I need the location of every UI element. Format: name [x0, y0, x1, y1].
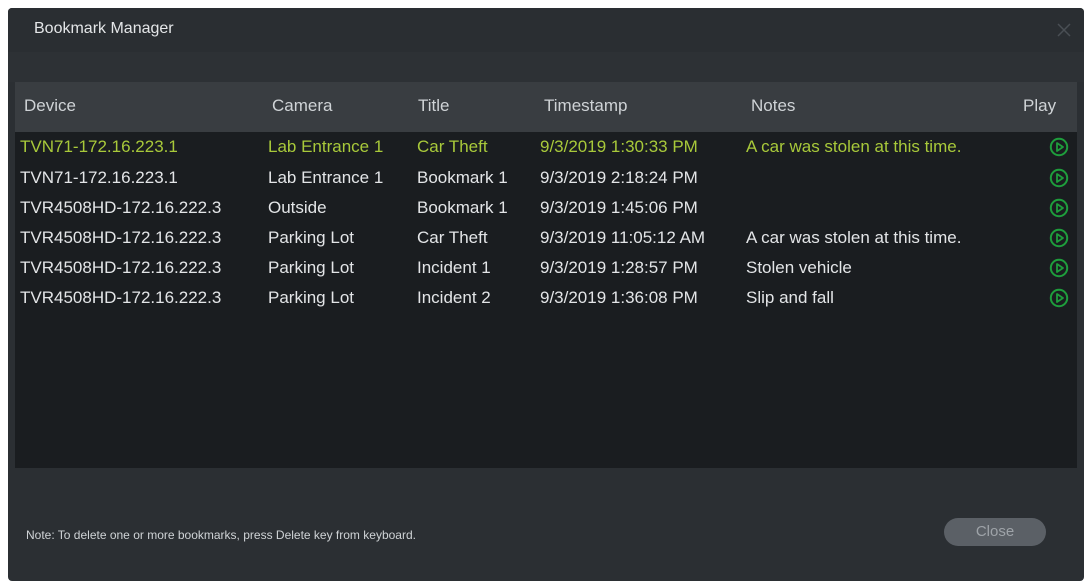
bookmarks-table: Device Camera Title Timestamp Notes Play… [15, 82, 1077, 468]
cell-timestamp: 9/3/2019 1:45:06 PM [540, 198, 698, 217]
table-row[interactable]: TVR4508HD-172.16.222.3 Outside Bookmark … [15, 195, 1077, 225]
cell-camera: Lab Entrance 1 [268, 137, 384, 156]
cell-notes: A car was stolen at this time. [746, 228, 962, 247]
cell-notes: Slip and fall [746, 288, 834, 307]
cell-camera: Parking Lot [268, 288, 354, 307]
cell-device: TVR4508HD-172.16.222.3 [20, 228, 222, 247]
cell-notes: A car was stolen at this time. [746, 137, 962, 156]
play-icon[interactable] [1049, 168, 1069, 188]
play-icon[interactable] [1049, 258, 1069, 278]
table-row[interactable]: TVN71-172.16.223.1 Lab Entrance 1 Car Th… [15, 134, 1077, 165]
cell-timestamp: 9/3/2019 1:30:33 PM [540, 137, 698, 156]
cell-camera: Lab Entrance 1 [268, 168, 384, 187]
close-icon[interactable] [1054, 20, 1074, 40]
bookmark-manager-dialog: Bookmark Manager Device Camera Title Tim… [8, 8, 1084, 581]
column-header-device[interactable]: Device [24, 96, 76, 116]
cell-device: TVN71-172.16.223.1 [20, 137, 178, 156]
toolbar-strip [8, 52, 1084, 82]
cell-timestamp: 9/3/2019 11:05:12 AM [540, 228, 706, 247]
column-header-play[interactable]: Play [1023, 96, 1056, 116]
cell-notes: Stolen vehicle [746, 258, 852, 277]
delete-instructions-note: Note: To delete one or more bookmarks, p… [26, 528, 416, 542]
play-icon[interactable] [1049, 198, 1069, 218]
table-row[interactable]: TVR4508HD-172.16.222.3 Parking Lot Car T… [15, 225, 1077, 255]
cell-title: Car Theft [417, 228, 488, 247]
cell-title: Incident 2 [417, 288, 491, 307]
play-icon[interactable] [1049, 228, 1069, 248]
cell-camera: Parking Lot [268, 228, 354, 247]
cell-timestamp: 9/3/2019 1:28:57 PM [540, 258, 698, 277]
title-bar: Bookmark Manager [8, 8, 1084, 52]
cell-title: Bookmark 1 [417, 168, 508, 187]
column-header-title[interactable]: Title [418, 96, 450, 116]
table-body: TVN71-172.16.223.1 Lab Entrance 1 Car Th… [15, 134, 1077, 315]
cell-device: TVR4508HD-172.16.222.3 [20, 258, 222, 277]
dialog-title: Bookmark Manager [34, 20, 174, 37]
table-row[interactable]: TVR4508HD-172.16.222.3 Parking Lot Incid… [15, 285, 1077, 315]
cell-timestamp: 9/3/2019 2:18:24 PM [540, 168, 698, 187]
play-icon[interactable] [1049, 288, 1069, 308]
column-header-notes[interactable]: Notes [751, 96, 795, 116]
cell-title: Incident 1 [417, 258, 491, 277]
column-header-camera[interactable]: Camera [272, 96, 332, 116]
table-row[interactable]: TVR4508HD-172.16.222.3 Parking Lot Incid… [15, 255, 1077, 285]
cell-title: Car Theft [417, 137, 488, 156]
cell-camera: Parking Lot [268, 258, 354, 277]
cell-device: TVR4508HD-172.16.222.3 [20, 288, 222, 307]
cell-camera: Outside [268, 198, 327, 217]
column-header-timestamp[interactable]: Timestamp [544, 96, 627, 116]
cell-timestamp: 9/3/2019 1:36:08 PM [540, 288, 698, 307]
close-button[interactable]: Close [944, 518, 1046, 546]
cell-title: Bookmark 1 [417, 198, 508, 217]
play-icon[interactable] [1049, 137, 1069, 157]
cell-device: TVN71-172.16.223.1 [20, 168, 178, 187]
table-row[interactable]: TVN71-172.16.223.1 Lab Entrance 1 Bookma… [15, 165, 1077, 195]
table-header: Device Camera Title Timestamp Notes Play [15, 82, 1077, 132]
cell-device: TVR4508HD-172.16.222.3 [20, 198, 222, 217]
